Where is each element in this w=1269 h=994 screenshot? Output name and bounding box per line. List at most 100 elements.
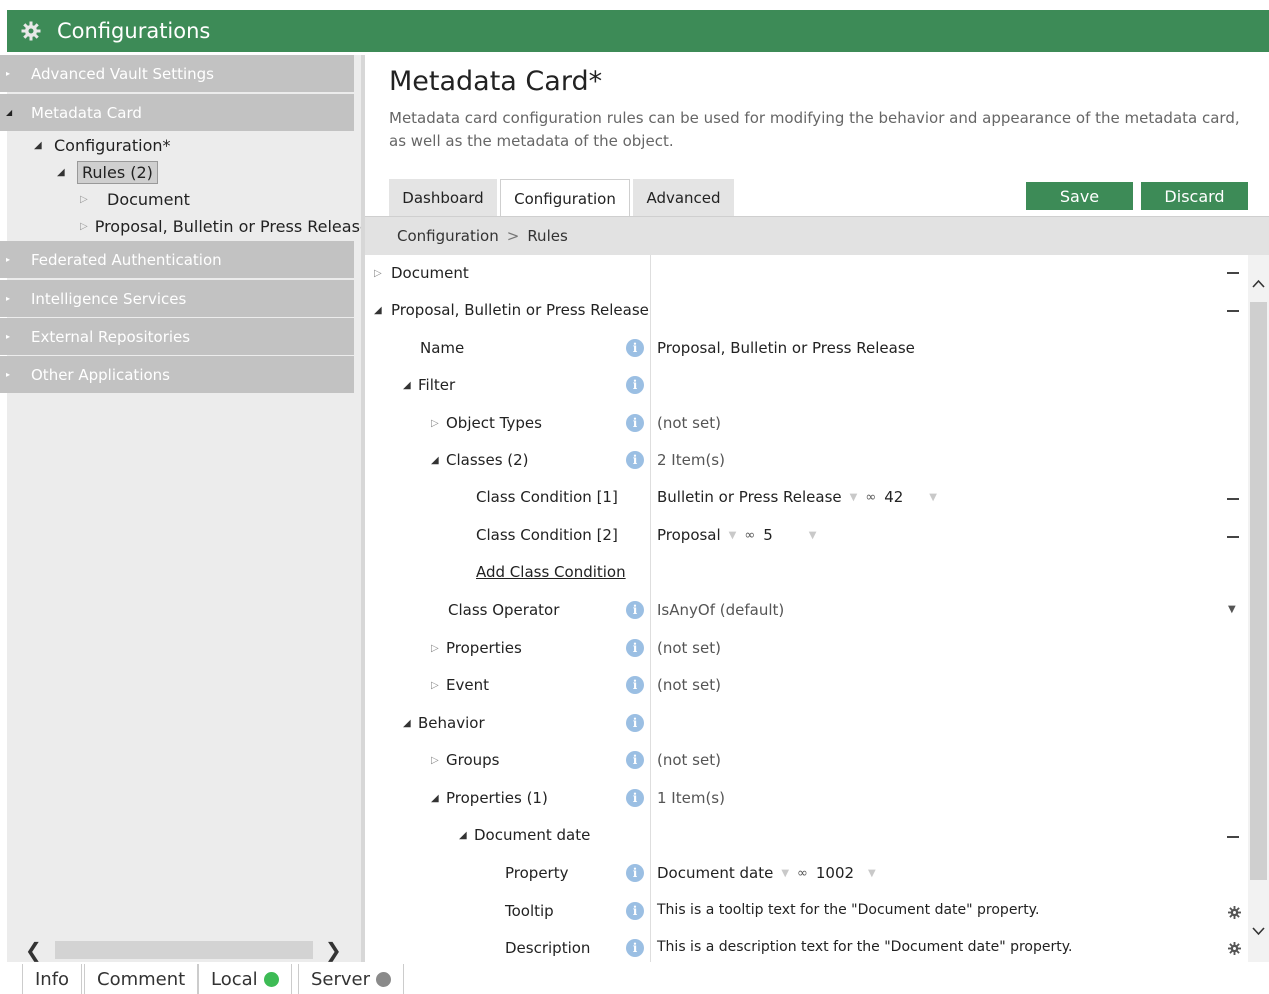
row-filter[interactable]: ◢ Filter [403,376,455,394]
vertical-scrollbar[interactable] [1248,255,1269,962]
sidebar-item-federated-authentication[interactable]: ▸ Federated Authentication [0,241,354,278]
sidebar-horizontal-scrollbar[interactable]: ❮ ❯ [7,938,361,962]
row-object-types[interactable]: ▷ Object Types [431,414,542,432]
description-label: Description [505,939,591,957]
object-types-value[interactable]: (not set) [657,414,721,432]
status-info[interactable]: Info [22,964,83,994]
rule-document[interactable]: ▷ Document [374,264,469,282]
row-document-date[interactable]: ◢ Document date [459,826,590,844]
info-icon[interactable]: i [626,939,644,957]
info-icon[interactable]: i [626,339,644,357]
class-condition-2-value[interactable]: Proposal ▼ ∞ 5 ▼ [657,526,824,544]
triangle-right-outline-icon: ▷ [80,194,88,205]
info-icon[interactable]: i [626,451,644,469]
tab-dashboard[interactable]: Dashboard [389,179,497,217]
info-icon[interactable]: i [626,714,644,732]
classes-value[interactable]: 2 Item(s) [657,451,725,469]
info-icon[interactable]: i [626,902,644,920]
sidebar-item-other-applications[interactable]: ▸ Other Applications [0,356,354,393]
discard-button[interactable]: Discard [1141,182,1248,210]
triangle-right-outline-icon: ▷ [431,417,439,429]
status-server[interactable]: Server [298,964,405,994]
breadcrumb-rules[interactable]: Rules [527,227,567,245]
triangle-down-icon: ◢ [403,379,411,391]
remove-proposal-rule-button[interactable] [1227,310,1239,312]
scroll-right-icon[interactable]: ❯ [325,938,342,962]
sidebar-item-metadata-card[interactable]: ◢ Metadata Card [0,94,354,131]
scroll-up-icon[interactable] [1251,277,1266,292]
info-icon[interactable]: i [626,414,644,432]
triangle-right-icon: ▸ [6,370,11,379]
triangle-down-icon: ◢ [374,304,382,316]
add-class-condition-link[interactable]: Add Class Condition [476,563,626,581]
dropdown-arrow-icon[interactable]: ▼ [868,868,876,879]
row-classes[interactable]: ◢ Classes (2) [431,451,529,469]
scrollbar-thumb[interactable] [1250,302,1267,880]
scroll-down-icon[interactable] [1251,923,1266,938]
groups-value[interactable]: (not set) [657,751,721,769]
behavior-properties-value[interactable]: 1 Item(s) [657,789,725,807]
row-groups[interactable]: ▷ Groups [431,751,499,769]
triangle-right-icon: ▸ [6,255,11,264]
tooltip-value[interactable]: This is a tooltip text for the "Document… [657,902,1039,918]
sidebar-item-intelligence-services[interactable]: ▸ Intelligence Services [0,280,354,317]
status-comment[interactable]: Comment [84,964,199,994]
class-condition-2-label: Class Condition [2] [476,526,618,544]
settings-cog-icon[interactable] [1228,906,1241,919]
remove-class-condition-2-button[interactable] [1227,536,1239,538]
dropdown-arrow-icon[interactable]: ▼ [1228,604,1236,615]
row-event[interactable]: ▷ Event [431,676,489,694]
triangle-right-outline-icon: ▷ [431,642,439,654]
row-behavior-properties[interactable]: ◢ Properties (1) [431,789,548,807]
info-icon[interactable]: i [626,639,644,657]
dropdown-arrow-icon[interactable]: ▼ [850,492,858,503]
remove-document-rule-button[interactable] [1227,272,1239,274]
row-behavior[interactable]: ◢ Behavior [403,714,485,732]
tree-item-configuration[interactable]: ◢ Configuration* [34,136,171,155]
tree-item-rules[interactable]: ◢ Rules (2) [57,161,158,184]
scrollbar-thumb[interactable] [55,941,313,959]
triangle-right-outline-icon: ▷ [374,267,382,279]
info-icon[interactable]: i [626,751,644,769]
row-properties[interactable]: ▷ Properties [431,639,522,657]
event-value[interactable]: (not set) [657,676,721,694]
property-value[interactable]: Document date ▼ ∞ 1002 ▼ [657,864,884,882]
dropdown-arrow-icon[interactable]: ▼ [929,492,937,503]
class-operator-label: Class Operator [448,601,560,619]
property-label: Property [505,864,569,882]
info-icon[interactable]: i [626,789,644,807]
tab-configuration[interactable]: Configuration [500,179,630,218]
breadcrumb: Configuration > Rules [365,217,1269,255]
remove-class-condition-1-button[interactable] [1227,498,1239,500]
save-button[interactable]: Save [1026,182,1133,210]
panel-splitter[interactable] [361,55,365,962]
sidebar-item-external-repositories[interactable]: ▸ External Repositories [0,318,354,355]
sidebar-item-advanced-vault-settings[interactable]: ▸ Advanced Vault Settings [0,55,354,92]
status-local[interactable]: Local [198,964,292,994]
breadcrumb-configuration[interactable]: Configuration [397,227,499,245]
dropdown-arrow-icon[interactable]: ▼ [729,530,737,541]
dropdown-arrow-icon[interactable]: ▼ [781,868,789,879]
tree-item-document[interactable]: ▷ Document [80,190,190,209]
tab-advanced[interactable]: Advanced [633,179,734,217]
class-condition-1-label: Class Condition [1] [476,488,618,506]
description-value[interactable]: This is a description text for the "Docu… [657,939,1072,955]
remove-document-date-button[interactable] [1227,836,1239,838]
tree-item-proposal[interactable]: ▷ Proposal, Bulletin or Press Release [80,217,361,236]
rule-proposal[interactable]: ◢ Proposal, Bulletin or Press Release [374,301,649,319]
name-value[interactable]: Proposal, Bulletin or Press Release [657,339,915,357]
scroll-left-icon[interactable]: ❮ [25,938,42,962]
class-operator-value[interactable]: IsAnyOf (default) [657,601,784,619]
breadcrumb-separator: > [506,227,520,245]
triangle-right-icon: ▸ [6,69,11,78]
info-icon[interactable]: i [626,601,644,619]
settings-cog-icon[interactable] [1228,942,1241,955]
grid-column-divider [650,255,651,962]
gear-icon [21,21,41,41]
info-icon[interactable]: i [626,864,644,882]
info-icon[interactable]: i [626,376,644,394]
properties-value[interactable]: (not set) [657,639,721,657]
info-icon[interactable]: i [626,676,644,694]
dropdown-arrow-icon[interactable]: ▼ [809,530,817,541]
class-condition-1-value[interactable]: Bulletin or Press Release ▼ ∞ 42 ▼ [657,488,945,506]
